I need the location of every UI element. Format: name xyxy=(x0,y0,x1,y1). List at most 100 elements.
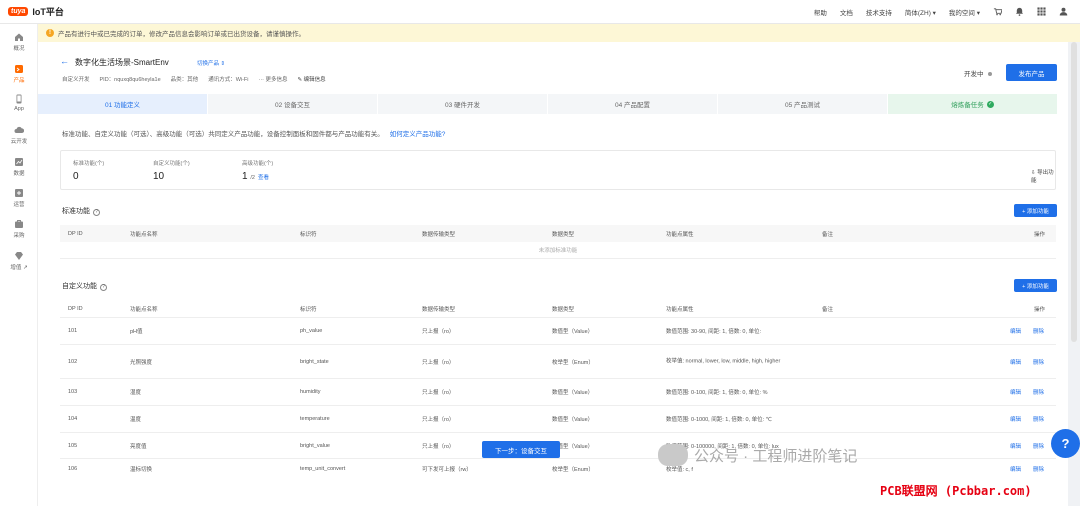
add-custom-function-button[interactable]: + 添加功能 xyxy=(1014,279,1057,292)
home-icon xyxy=(15,33,23,41)
tuya-logo-mark: tuya xyxy=(8,7,29,16)
bell-icon[interactable] xyxy=(1015,7,1024,16)
add-standard-function-button[interactable]: + 添加功能 xyxy=(1014,204,1057,217)
function-stats: 标准功能(个) 0 自定义功能(个) 10 高级功能(个) 1 /2 查看 ⇩ 导… xyxy=(60,150,1056,190)
sidebar-item-label: 数据 xyxy=(13,171,25,177)
chart-icon xyxy=(15,158,23,166)
cell-attr: 数值范围: 0-1000, 间距: 1, 倍数: 0, 单位: ℃ xyxy=(666,417,772,423)
sidebar-item-label: 采购 xyxy=(13,233,25,239)
cell-type: 数值型（Value） xyxy=(552,417,594,423)
delete-link[interactable]: 删除 xyxy=(1033,388,1044,396)
intro-description: 标准功能、自定义功能（可选）、高级功能（可选）共同定义产品功能，设备控制面板和固… xyxy=(62,131,384,138)
sidebar-item-purchase[interactable]: 采购 xyxy=(0,219,38,239)
switch-product-link[interactable]: 切换产品 ⇕ xyxy=(197,59,225,67)
diamond-icon xyxy=(15,252,23,260)
step-task-label: 熔炼备任务 xyxy=(951,102,984,109)
view-advanced-link[interactable]: 查看 xyxy=(258,175,269,181)
stat-label: 高级功能(个) xyxy=(242,161,274,167)
delete-link[interactable]: 删除 xyxy=(1033,442,1044,450)
publish-product-button[interactable]: 发布产品 xyxy=(1006,64,1057,81)
step-product-config[interactable]: 04 产品配置 xyxy=(548,94,718,114)
cell-name: 温标切换 xyxy=(130,467,153,473)
edit-link[interactable]: 编辑 xyxy=(1010,465,1021,473)
col-transfer: 数据传输类型 xyxy=(422,231,456,238)
sidebar-item-label: 产品 xyxy=(13,78,25,84)
stat-value: 1 /2 查看 xyxy=(242,171,273,182)
phone-icon xyxy=(16,94,22,104)
sidebar-item-product[interactable]: 产品 xyxy=(0,64,38,84)
step-device-interaction[interactable]: 02 设备交互 xyxy=(208,94,378,114)
cell-transfer: 只上报（ro） xyxy=(422,443,455,450)
step-hardware-dev[interactable]: 03 硬件开发 xyxy=(378,94,548,114)
operations-icon xyxy=(15,189,23,197)
delete-link[interactable]: 删除 xyxy=(1033,415,1044,423)
help-icon[interactable]: ? xyxy=(93,208,100,216)
table-row: 103 湿度 humidity 只上报（ro） 数值型（Value） 数值范围:… xyxy=(60,379,1056,406)
edit-link[interactable]: 编辑 xyxy=(1010,442,1021,450)
col-type: 数据类型 xyxy=(552,231,575,238)
step-task[interactable]: 熔炼备任务 ✓ xyxy=(888,94,1058,114)
delete-link[interactable]: 删除 xyxy=(1033,465,1044,473)
edit-info-link[interactable]: ✎ 编辑信息 xyxy=(298,75,326,83)
sidebar-item-operations[interactable]: 运营 xyxy=(0,188,38,208)
cell-transfer: 可下发可上报（rw） xyxy=(422,467,472,473)
edit-link[interactable]: 编辑 xyxy=(1010,327,1021,335)
cell-dp-id: 104 xyxy=(68,416,78,422)
export-functions-button[interactable]: ⇩ 导出功能 xyxy=(1031,168,1055,184)
wechat-icon xyxy=(658,444,688,466)
col-attr: 功能点属性 xyxy=(666,307,694,313)
section-title-text: 标准功能 xyxy=(62,208,90,215)
col-transfer: 数据传输类型 xyxy=(422,307,456,313)
cart-icon[interactable] xyxy=(993,7,1002,16)
sidebar-item-overview[interactable]: 概况 xyxy=(0,32,38,52)
cell-type: 数值型（Value） xyxy=(552,390,594,396)
back-arrow-icon[interactable]: ← xyxy=(60,56,69,66)
step-function-definition[interactable]: 01 功能定义 xyxy=(38,94,208,114)
cell-code: temperature xyxy=(300,416,330,422)
status-dot xyxy=(987,72,992,77)
nav-support[interactable]: 技术支持 xyxy=(866,7,892,17)
edit-link[interactable]: 编辑 xyxy=(1010,388,1021,396)
custom-table-header: DP ID 功能点名称 标识符 数据传输类型 数据类型 功能点属性 备注 操作 xyxy=(60,301,1056,318)
status-text: 开发中 xyxy=(964,71,984,78)
platform-name: IoT平台 xyxy=(32,7,64,17)
more-info-link[interactable]: ··· 更多信息 xyxy=(259,75,288,83)
delete-link[interactable]: 删除 xyxy=(1033,358,1044,366)
dev-status: 开发中 xyxy=(964,68,992,78)
delete-link[interactable]: 删除 xyxy=(1033,327,1044,335)
help-icon[interactable]: ? xyxy=(100,283,107,291)
language-select[interactable]: 简体(ZH) ▾ xyxy=(905,7,936,17)
my-space-menu[interactable]: 我的空间 ▾ xyxy=(949,7,980,17)
next-step-button[interactable]: 下一步：设备交互 xyxy=(482,441,560,458)
sidebar-item-data[interactable]: 数据 xyxy=(0,157,38,177)
sidebar-item-cloud-dev[interactable]: 云开发 xyxy=(0,125,38,145)
col-action: 操作 xyxy=(1034,231,1046,238)
logo[interactable]: tuya IoT平台 xyxy=(8,5,64,18)
define-function-help-link[interactable]: 如何定义产品功能? xyxy=(390,131,446,138)
sidebar-item-value-added[interactable]: 增值 ↗ xyxy=(0,251,38,271)
help-float-button[interactable]: ? xyxy=(1051,429,1080,458)
stat-standard: 标准功能(个) 0 xyxy=(73,159,104,182)
help-icon: ? xyxy=(1061,436,1070,451)
col-code: 标识符 xyxy=(300,307,317,313)
apps-grid-icon[interactable] xyxy=(1037,7,1046,16)
page-scrollbar[interactable] xyxy=(1071,42,1077,342)
cell-code: humidity xyxy=(300,389,321,395)
sidebar-item-label: 增值 ↗ xyxy=(10,265,28,271)
cell-dp-id: 105 xyxy=(68,442,78,449)
footer-watermark: PCB联盟网 (Pcbbar.com) xyxy=(880,484,1032,498)
cell-name: 温度 xyxy=(130,417,142,423)
sidebar-item-label: 概况 xyxy=(13,46,25,52)
edit-link[interactable]: 编辑 xyxy=(1010,415,1021,423)
nav-help[interactable]: 帮助 xyxy=(814,7,827,17)
intro-text: 标准功能、自定义功能（可选）、高级功能（可选）共同定义产品功能，设备控制面板和固… xyxy=(62,128,445,138)
advanced-count: 1 xyxy=(242,171,248,182)
sidebar-item-label: 云开发 xyxy=(10,139,28,145)
edit-link[interactable]: 编辑 xyxy=(1010,358,1021,366)
cell-code: bright_state xyxy=(300,358,329,365)
nav-docs[interactable]: 文档 xyxy=(840,7,853,17)
sidebar-item-app[interactable]: App xyxy=(0,94,38,112)
user-icon[interactable] xyxy=(1059,7,1068,16)
step-product-test[interactable]: 05 产品测试 xyxy=(718,94,888,114)
stat-advanced: 高级功能(个) 1 /2 查看 xyxy=(242,159,273,182)
